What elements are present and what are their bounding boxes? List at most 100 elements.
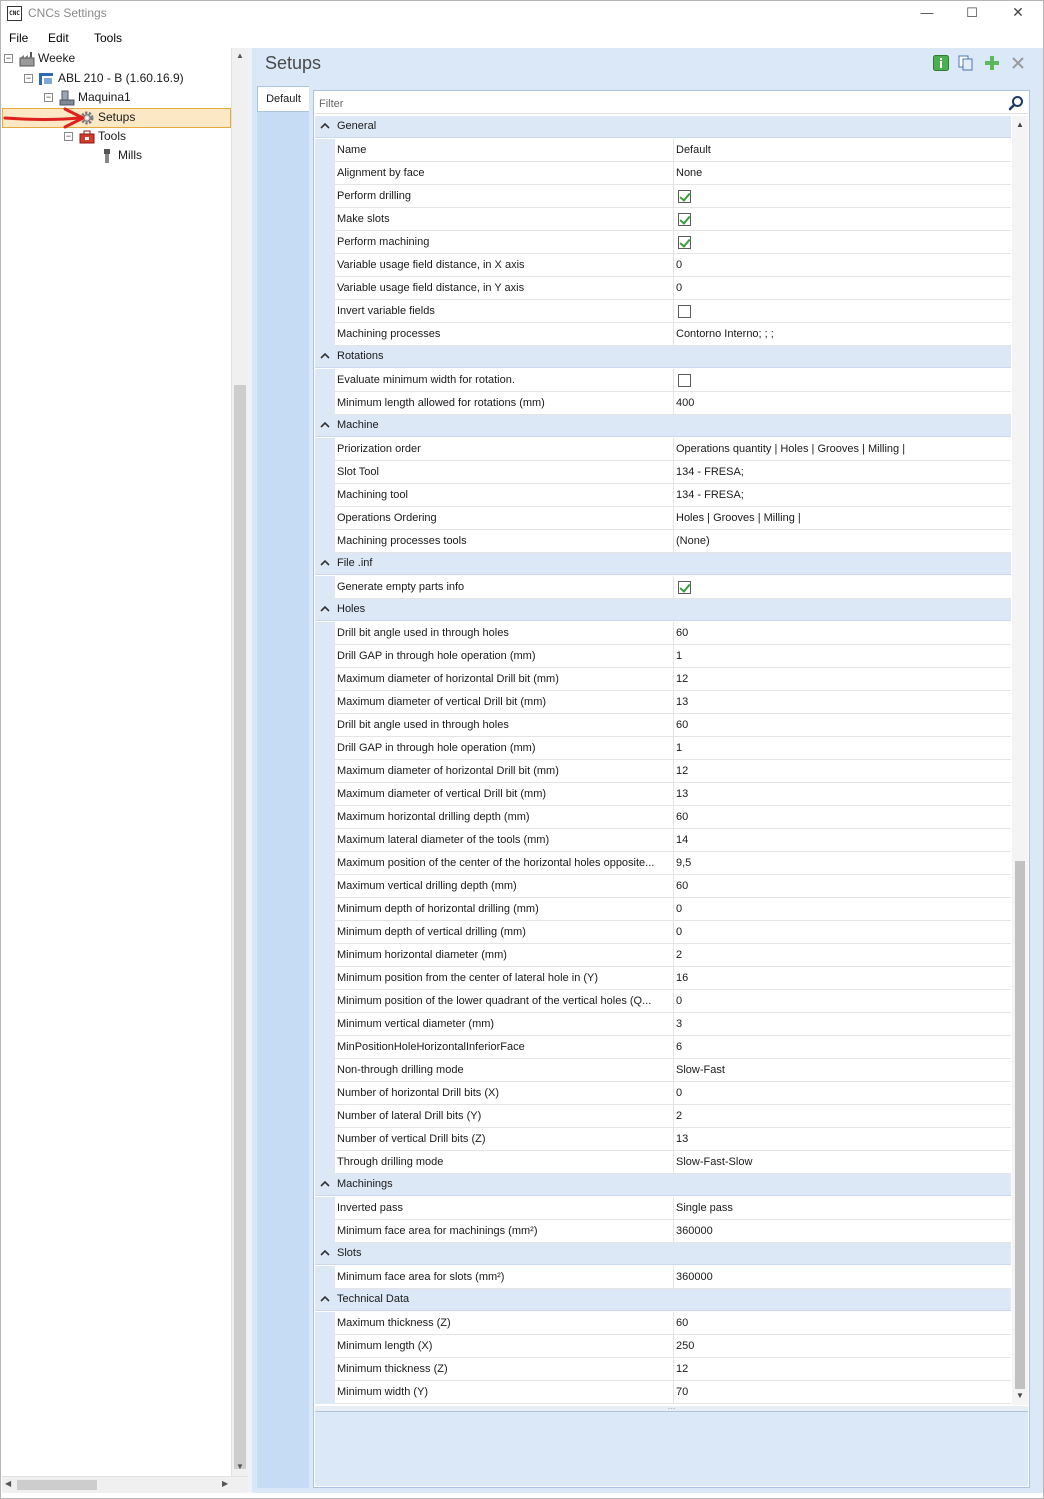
- scroll-up-arrow-icon[interactable]: ▲: [236, 51, 244, 60]
- collapse-chevron-icon[interactable]: [320, 420, 330, 430]
- checkbox-unchecked[interactable]: [678, 374, 691, 387]
- category-row[interactable]: General: [315, 116, 1011, 138]
- property-row[interactable]: Maximum lateral diameter of the tools (m…: [315, 829, 1011, 852]
- category-row[interactable]: Machine: [315, 415, 1011, 437]
- property-value[interactable]: 360000: [674, 1220, 1011, 1243]
- property-row[interactable]: Maximum diameter of vertical Drill bit (…: [315, 783, 1011, 806]
- category-row[interactable]: File .inf: [315, 553, 1011, 575]
- checkbox-checked[interactable]: [678, 581, 691, 594]
- property-row[interactable]: Perform drilling: [315, 185, 1011, 208]
- property-row[interactable]: Number of vertical Drill bits (Z) 13: [315, 1128, 1011, 1151]
- scroll-right-arrow-icon[interactable]: ▶: [222, 1479, 228, 1488]
- tab-default[interactable]: Default: [257, 86, 309, 112]
- property-row[interactable]: Maximum diameter of horizontal Drill bit…: [315, 668, 1011, 691]
- property-row[interactable]: Perform machining: [315, 231, 1011, 254]
- property-row[interactable]: Non-through drilling mode Slow-Fast: [315, 1059, 1011, 1082]
- checkbox-unchecked[interactable]: [678, 305, 691, 318]
- menu-edit[interactable]: Edit: [48, 31, 69, 45]
- property-value[interactable]: 16: [674, 967, 1011, 990]
- tree-node-mills[interactable]: Mills: [118, 146, 142, 165]
- grid-scroll-up-icon[interactable]: ▲: [1016, 120, 1024, 129]
- search-icon[interactable]: [1008, 95, 1024, 111]
- property-value[interactable]: 13: [674, 691, 1011, 714]
- property-value[interactable]: 250: [674, 1335, 1011, 1358]
- property-value[interactable]: 60: [674, 806, 1011, 829]
- property-value[interactable]: 134 - FRESA;: [674, 461, 1011, 484]
- checkbox-checked[interactable]: [678, 190, 691, 203]
- property-row[interactable]: Make slots: [315, 208, 1011, 231]
- property-value[interactable]: 60: [674, 875, 1011, 898]
- property-value[interactable]: 0: [674, 254, 1011, 277]
- property-row[interactable]: Minimum face area for machinings (mm²) 36…: [315, 1220, 1011, 1243]
- checkbox-checked[interactable]: [678, 213, 691, 226]
- property-checkbox-cell[interactable]: [674, 231, 1011, 254]
- property-row[interactable]: Invert variable fields: [315, 300, 1011, 323]
- property-row[interactable]: Generate empty parts info: [315, 576, 1011, 599]
- property-value[interactable]: Operations quantity | Holes | Grooves | …: [674, 438, 1011, 461]
- category-row[interactable]: Rotations: [315, 346, 1011, 368]
- grid-scroll-down-icon[interactable]: ▼: [1016, 1391, 1024, 1400]
- minimize-button[interactable]: —: [904, 1, 950, 26]
- collapse-chevron-icon[interactable]: [320, 1248, 330, 1258]
- property-row[interactable]: Machining processes tools (None): [315, 530, 1011, 553]
- collapse-chevron-icon[interactable]: [320, 1294, 330, 1304]
- property-checkbox-cell[interactable]: [674, 300, 1011, 323]
- property-value[interactable]: 70: [674, 1381, 1011, 1404]
- property-row[interactable]: Minimum position from the center of late…: [315, 967, 1011, 990]
- property-row[interactable]: Drill GAP in through hole operation (mm)…: [315, 737, 1011, 760]
- filter-input[interactable]: [319, 96, 999, 111]
- property-value[interactable]: Default: [674, 139, 1011, 162]
- property-value[interactable]: 3: [674, 1013, 1011, 1036]
- property-row[interactable]: Variable usage field distance, in Y axis…: [315, 277, 1011, 300]
- delete-icon[interactable]: [1010, 55, 1026, 71]
- property-row[interactable]: Minimum vertical diameter (mm) 3: [315, 1013, 1011, 1036]
- property-checkbox-cell[interactable]: [674, 185, 1011, 208]
- property-value[interactable]: 12: [674, 668, 1011, 691]
- property-value[interactable]: 60: [674, 622, 1011, 645]
- property-row[interactable]: Maximum diameter of horizontal Drill bit…: [315, 760, 1011, 783]
- grid-scroll-thumb[interactable]: [1015, 861, 1025, 1389]
- scroll-down-arrow-icon[interactable]: ▼: [236, 1462, 244, 1471]
- property-row[interactable]: Drill GAP in through hole operation (mm)…: [315, 645, 1011, 668]
- property-row[interactable]: Evaluate minimum width for rotation.: [315, 369, 1011, 392]
- property-row[interactable]: Minimum thickness (Z) 12: [315, 1358, 1011, 1381]
- property-row[interactable]: Operations Ordering Holes | Grooves | Mil…: [315, 507, 1011, 530]
- property-row[interactable]: Number of horizontal Drill bits (X) 0: [315, 1082, 1011, 1105]
- property-value[interactable]: 9,5: [674, 852, 1011, 875]
- copy-icon[interactable]: [958, 55, 974, 71]
- property-row[interactable]: Minimum horizontal diameter (mm) 2: [315, 944, 1011, 967]
- category-row[interactable]: Machinings: [315, 1174, 1011, 1196]
- property-value[interactable]: 1: [674, 737, 1011, 760]
- property-value[interactable]: 14: [674, 829, 1011, 852]
- property-row[interactable]: Maximum position of the center of the ho…: [315, 852, 1011, 875]
- scroll-left-arrow-icon[interactable]: ◀: [5, 1479, 11, 1488]
- property-value[interactable]: 400: [674, 392, 1011, 415]
- property-row[interactable]: Machining processes Contorno Interno; ; ;: [315, 323, 1011, 346]
- tree-node-tools[interactable]: Tools: [98, 127, 126, 146]
- tree-node-maquina1[interactable]: Maquina1: [78, 88, 131, 107]
- expander-tools[interactable]: −: [64, 132, 73, 141]
- property-value[interactable]: 0: [674, 1082, 1011, 1105]
- property-value[interactable]: Single pass: [674, 1197, 1011, 1220]
- property-row[interactable]: Minimum width (Y) 70: [315, 1381, 1011, 1404]
- property-row[interactable]: Drill bit angle used in through holes 60: [315, 622, 1011, 645]
- property-value[interactable]: Contorno Interno; ; ;: [674, 323, 1011, 346]
- collapse-chevron-icon[interactable]: [320, 121, 330, 131]
- property-row[interactable]: Alignment by face None: [315, 162, 1011, 185]
- property-value[interactable]: 60: [674, 714, 1011, 737]
- property-value[interactable]: 12: [674, 760, 1011, 783]
- property-row[interactable]: Inverted pass Single pass: [315, 1197, 1011, 1220]
- tree-node-setups[interactable]: Setups: [98, 108, 135, 127]
- property-value[interactable]: 6: [674, 1036, 1011, 1059]
- property-value[interactable]: 134 - FRESA;: [674, 484, 1011, 507]
- tree-vertical-scrollbar[interactable]: ▲ ▼: [231, 48, 248, 1476]
- property-value[interactable]: 2: [674, 1105, 1011, 1128]
- collapse-chevron-icon[interactable]: [320, 1179, 330, 1189]
- property-value[interactable]: 60: [674, 1312, 1011, 1335]
- property-row[interactable]: Drill bit angle used in through holes 60: [315, 714, 1011, 737]
- property-checkbox-cell[interactable]: [674, 369, 1011, 392]
- tree-hscroll-thumb[interactable]: [17, 1480, 97, 1490]
- property-value[interactable]: Slow-Fast-Slow: [674, 1151, 1011, 1174]
- tree-node-machine[interactable]: ABL 210 - B (1.60.16.9): [58, 69, 184, 88]
- property-row[interactable]: Variable usage field distance, in X axis…: [315, 254, 1011, 277]
